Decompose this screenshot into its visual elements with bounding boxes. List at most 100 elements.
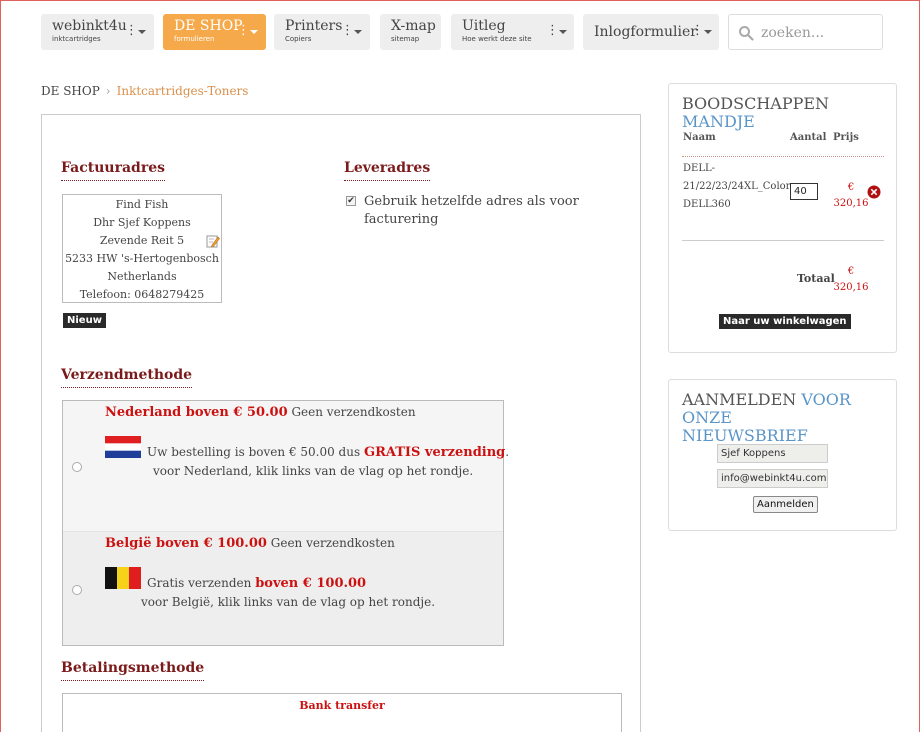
same-address-label[interactable]: Gebruik hetzelfde adres als voor facture… — [344, 193, 584, 229]
newsletter-title: AANMELDEN VOOR ONZE NIEUWSBRIEF — [682, 391, 896, 445]
shipping-option-name: Nederland boven € 50.00 — [105, 405, 288, 420]
newsletter-widget: AANMELDEN VOOR ONZE NIEUWSBRIEF Sjef Kop… — [668, 379, 897, 531]
shipping-options: Nederland boven € 50.00 Geen verzendkost… — [62, 400, 509, 646]
breadcrumb: DE SHOP › Inktcartridges-Toners — [41, 84, 248, 98]
more-dots-icon[interactable]: ⋮ — [546, 24, 559, 37]
more-dots-icon[interactable]: ⋮ — [125, 24, 138, 37]
nav-sublabel: sitemap — [391, 35, 420, 43]
nav-sublabel: formulieren — [174, 35, 215, 43]
chevron-down-icon[interactable] — [354, 30, 362, 34]
chevron-down-icon[interactable] — [704, 30, 712, 34]
more-dots-icon[interactable]: ⋮ — [691, 24, 704, 37]
nav-label: X-map — [391, 18, 436, 34]
shipping-option-be: België boven € 100.00 Geen verzendkosten… — [63, 531, 503, 645]
payment-option-bank-transfer[interactable]: Bank transfer — [63, 699, 621, 712]
billing-country: Netherlands — [107, 270, 177, 283]
payment-options: Bank transfer — [62, 693, 622, 732]
shipping-option-heading: België boven € 100.00 Geen verzendkosten — [105, 536, 395, 551]
chevron-down-icon[interactable] — [250, 30, 258, 34]
breadcrumb-current[interactable]: Inktcartridges-Toners — [117, 84, 249, 98]
shipping-option-desc2: voor België, klik links van de vlag op h… — [141, 595, 436, 609]
search-icon — [739, 26, 754, 41]
cart-qty-input[interactable]: 40 — [790, 183, 818, 200]
subscribe-button[interactable]: Aanmelden — [753, 496, 818, 513]
billing-phone: Telefoon: 0648279425 — [79, 288, 205, 301]
delivery-title: Leveradres — [344, 160, 431, 181]
shipping-option-name: België boven € 100.00 — [105, 536, 267, 551]
cart-widget: BOODSCHAPPEN MANDJE Naam Aantal Prijs DE… — [668, 83, 897, 353]
col-name: Naam — [683, 132, 716, 143]
currency: € — [847, 266, 855, 277]
same-address-row: ✔ Gebruik hetzelfde adres als voor factu… — [344, 193, 584, 229]
search-box[interactable] — [728, 14, 883, 50]
go-to-cart-button[interactable]: Naar uw winkelwagen — [719, 314, 851, 329]
dutch-flag-icon — [105, 436, 141, 458]
newsletter-name-field[interactable]: Sjef Koppens — [717, 444, 828, 463]
nav-label: Printers — [285, 18, 343, 34]
remove-item-icon[interactable] — [867, 185, 881, 199]
price-value: 320,16 — [833, 282, 869, 293]
billing-name: Dhr Sjef Koppens — [93, 216, 191, 229]
newsletter-email-field[interactable]: info@webinkt4u.com — [717, 469, 828, 488]
cart-title-accent: MANDJE — [682, 112, 755, 131]
billing-company: Find Fish — [115, 198, 169, 211]
checkout-panel: Factuuradres Find Fish Dhr Sjef Koppens … — [41, 114, 641, 732]
nav-item-de-shop[interactable]: DE SHOP formulieren ⋮ — [163, 14, 266, 50]
desc-highlight: boven € 100.00 — [255, 576, 367, 591]
more-dots-icon[interactable]: ⋮ — [237, 24, 250, 37]
newsletter-title-accent: NIEUWSBRIEF — [682, 426, 808, 445]
chevron-down-icon[interactable] — [138, 30, 146, 34]
nav-item-printers[interactable]: Printers Copiers ⋮ — [274, 14, 370, 50]
desc-text: Gratis verzenden — [147, 576, 252, 590]
cart-title: BOODSCHAPPEN MANDJE — [682, 95, 896, 131]
breadcrumb-separator-icon: › — [105, 84, 111, 98]
new-address-button[interactable]: Nieuw — [63, 313, 106, 328]
col-qty: Aantal — [790, 132, 827, 143]
search-input[interactable] — [761, 21, 876, 45]
breadcrumb-home-link[interactable]: DE SHOP — [41, 84, 100, 98]
cart-total-value: € 320,16 — [833, 264, 869, 296]
nav-item-x-map[interactable]: X-map sitemap — [380, 14, 441, 50]
shipping-option-desc2: voor Nederland, klik links van de vlag o… — [153, 464, 474, 478]
more-dots-icon[interactable]: ⋮ — [341, 24, 354, 37]
item-name-line: DELL- — [683, 163, 715, 174]
nav-item-webinkt4u[interactable]: webinkt4u inktcartridges ⋮ — [41, 14, 154, 50]
same-address-checkbox[interactable]: ✔ — [346, 196, 356, 206]
currency: € — [847, 182, 855, 193]
nav-sublabel: Hoe werkt deze site — [462, 35, 532, 43]
item-name-line: DELL360 — [683, 199, 731, 210]
desc-text: Uw bestelling is boven € 50.00 dus — [147, 445, 361, 459]
nav-item-inlogformulier[interactable]: Inlogformulier ⋮ — [583, 14, 719, 50]
nav-label: Uitleg — [462, 18, 506, 34]
shipping-radio-be[interactable] — [72, 585, 82, 595]
newsletter-title-part: AANMELDEN — [682, 390, 797, 409]
billing-city: 5233 HW 's-Hertogenbosch — [65, 252, 219, 265]
nav-label: webinkt4u — [52, 18, 127, 34]
cart-item-name: DELL- 21/22/23/24XL_Color DELL360 — [683, 160, 790, 214]
cart-title-part: BOODSCHAPPEN — [682, 94, 830, 113]
shipping-option-cost: Geen verzendkosten — [291, 405, 416, 419]
nav-sublabel: Copiers — [285, 35, 312, 43]
shipping-option-cost: Geen verzendkosten — [270, 536, 395, 550]
shipping-option-desc: Uw bestelling is boven € 50.00 dus GRATI… — [147, 443, 509, 462]
nav-label: Inlogformulier — [594, 24, 697, 40]
billing-street: Zevende Reit 5 — [99, 234, 185, 247]
nav-sublabel: inktcartridges — [52, 35, 101, 43]
cart-total-divider — [682, 240, 884, 241]
belgian-flag-icon — [105, 567, 141, 589]
shipping-radio-nl[interactable] — [72, 462, 82, 472]
chevron-down-icon[interactable] — [559, 30, 567, 34]
cart-divider — [682, 156, 884, 157]
shipping-option-nl: Nederland boven € 50.00 Geen verzendkost… — [63, 401, 509, 531]
desc-highlight: GRATIS verzending — [363, 445, 506, 460]
cart-item-price: € 320,16 — [833, 180, 869, 212]
payment-title: Betalingsmethode — [61, 660, 205, 681]
shipping-option-heading: Nederland boven € 50.00 Geen verzendkost… — [105, 405, 416, 420]
price-value: 320,16 — [833, 198, 869, 209]
shipping-title: Verzendmethode — [61, 367, 193, 388]
nav-item-uitleg[interactable]: Uitleg Hoe werkt deze site ⋮ — [451, 14, 574, 50]
nav-label: DE SHOP — [174, 18, 243, 34]
edit-icon[interactable] — [206, 234, 220, 248]
shipping-option-desc: Gratis verzenden boven € 100.00 — [147, 574, 366, 593]
desc-text: . — [505, 445, 510, 459]
